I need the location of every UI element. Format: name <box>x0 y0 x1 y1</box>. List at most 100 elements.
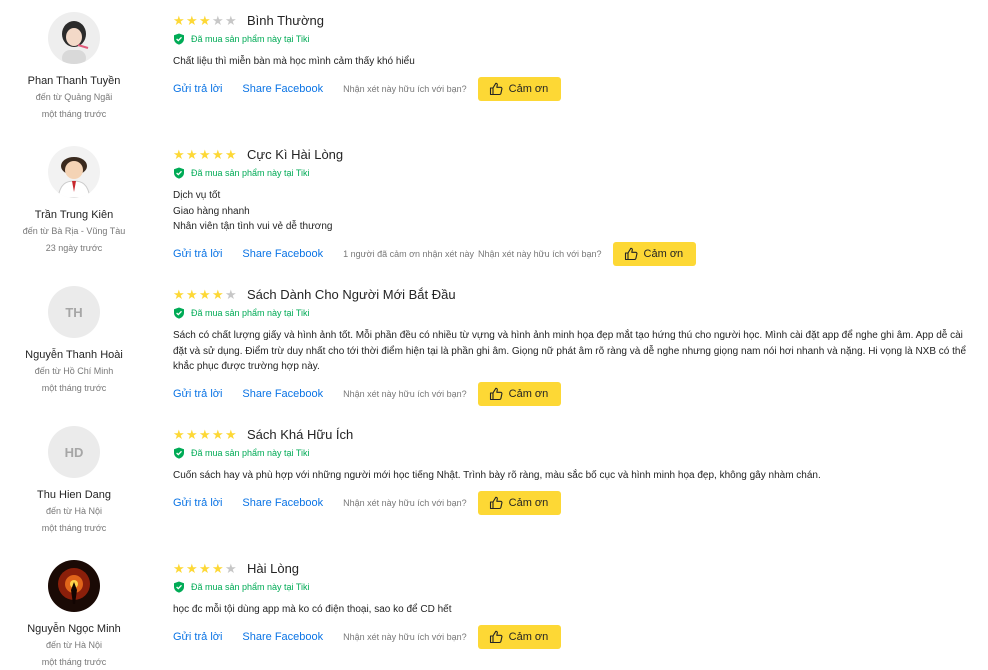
review-title: Sách Dành Cho Người Mới Bắt Đầu <box>247 286 456 302</box>
thumbs-up-icon <box>489 496 503 509</box>
review-time: một tháng trước <box>41 383 107 393</box>
share-facebook-link[interactable]: Share Facebook <box>242 497 323 509</box>
reviewer-info: Trần Trung Kiên đến từ Bà Rịa - Vũng Tàu… <box>0 146 148 254</box>
verified-label: Đã mua sản phẩm này tại Tiki <box>191 168 310 178</box>
star-filled-icon: ★ <box>186 426 198 442</box>
reviewer-location: đến từ Hồ Chí Minh <box>34 366 114 376</box>
review-title: Cực Kì Hài Lòng <box>247 146 344 162</box>
star-filled-icon: ★ <box>199 146 211 162</box>
rating-stars: ★ ★ ★ ★ ★ <box>173 288 238 301</box>
review-content: ★ ★ ★ ★ ★ Cực Kì Hài Lòng Đã mua sản phẩm nà… <box>173 146 974 266</box>
thumbs-up-icon <box>489 630 503 643</box>
shield-check-icon <box>174 33 184 45</box>
reviewer-location: đến từ Quảng Ngãi <box>35 92 113 102</box>
review-title: Sách Khá Hữu Ích <box>247 426 354 442</box>
thanks-label: Cảm ơn <box>508 630 549 643</box>
star-empty-icon: ★ <box>225 286 237 302</box>
review-actions: Gửi trả lời Share Facebook Nhận xét này … <box>173 624 974 649</box>
reviewer-location: đến từ Hà Nội <box>45 506 103 516</box>
avatar <box>48 146 100 198</box>
share-facebook-link[interactable]: Share Facebook <box>242 631 323 643</box>
review-body: học đc mỗi tội dùng app mà ko có điện th… <box>173 604 452 615</box>
verified-label: Đã mua sản phẩm này tại Tiki <box>191 582 310 592</box>
shield-check-icon <box>174 581 184 593</box>
reviewer-location: đến từ Bà Rịa - Vũng Tàu <box>22 226 126 236</box>
star-filled-icon: ★ <box>186 286 198 302</box>
star-filled-icon: ★ <box>199 560 211 576</box>
rating-stars: ★ ★ ★ ★ ★ <box>173 562 238 575</box>
verified-purchase-badge: Đã mua sản phẩm này tại Tiki <box>173 581 974 593</box>
thumbs-up-icon <box>624 247 638 260</box>
star-filled-icon: ★ <box>173 12 185 28</box>
reviewer-info: Phan Thanh Tuyền đến từ Quảng Ngãi một t… <box>0 12 148 120</box>
review-title: Bình Thường <box>247 12 324 28</box>
avatar: TH <box>48 286 100 338</box>
thanks-label: Cảm ơn <box>643 247 684 260</box>
thanks-button[interactable]: Cảm ơn <box>477 490 562 515</box>
reply-link[interactable]: Gửi trả lời <box>173 83 222 95</box>
star-filled-icon: ★ <box>199 12 211 28</box>
shield-check-icon <box>174 307 184 319</box>
verified-label: Đã mua sản phẩm này tại Tiki <box>191 308 310 318</box>
review-time: một tháng trước <box>41 523 107 533</box>
star-filled-icon: ★ <box>173 286 185 302</box>
star-filled-icon: ★ <box>199 426 211 442</box>
verified-label: Đã mua sản phẩm này tại Tiki <box>191 448 310 458</box>
reply-link[interactable]: Gửi trả lời <box>173 248 222 260</box>
avatar: HD <box>48 426 100 478</box>
reviewer-info: HD Thu Hien Dang đến từ Hà Nội một tháng… <box>0 426 148 534</box>
thanks-label: Cảm ơn <box>508 82 549 95</box>
avatar <box>48 12 100 64</box>
star-filled-icon: ★ <box>186 146 198 162</box>
review-body: Dịch vụ tốt Giao hàng nhanh Nhân viên tậ… <box>173 190 333 232</box>
star-filled-icon: ★ <box>199 286 211 302</box>
star-empty-icon: ★ <box>225 560 237 576</box>
verified-purchase-badge: Đã mua sản phẩm này tại Tiki <box>173 33 974 45</box>
share-facebook-link[interactable]: Share Facebook <box>242 248 323 260</box>
reply-link[interactable]: Gửi trả lời <box>173 497 222 509</box>
star-filled-icon: ★ <box>212 146 224 162</box>
rating-stars: ★ ★ ★ ★ ★ <box>173 148 238 161</box>
reviewer-name: Phan Thanh Tuyền <box>27 75 121 87</box>
share-facebook-link[interactable]: Share Facebook <box>242 388 323 400</box>
reply-link[interactable]: Gửi trả lời <box>173 631 222 643</box>
reviewer-name: Nguyễn Ngọc Minh <box>27 623 121 635</box>
verified-purchase-badge: Đã mua sản phẩm này tại Tiki <box>173 307 974 319</box>
star-filled-icon: ★ <box>173 146 185 162</box>
helpful-question: Nhận xét này hữu ích với bạn? <box>343 497 467 508</box>
thanks-button[interactable]: Cảm ơn <box>477 381 562 406</box>
star-empty-icon: ★ <box>212 12 224 28</box>
reviewer-info: Nguyễn Ngọc Minh đến từ Hà Nội một tháng… <box>0 560 148 668</box>
shield-check-icon <box>174 447 184 459</box>
thanks-count: 1 người đã cảm ơn nhận xét này <box>343 248 475 259</box>
rating-stars: ★ ★ ★ ★ ★ <box>173 14 238 27</box>
review-time: một tháng trước <box>41 657 107 667</box>
thanks-button[interactable]: Cảm ơn <box>477 76 562 101</box>
review-body: Sách có chất lượng giấy và hình ảnh tốt.… <box>173 330 967 372</box>
star-filled-icon: ★ <box>225 146 237 162</box>
reviewer-name: Trần Trung Kiên <box>34 209 114 221</box>
reviewer-location: đến từ Hà Nội <box>45 640 103 650</box>
thumbs-up-icon <box>489 82 503 95</box>
review-time: 23 ngày trước <box>45 243 103 253</box>
share-facebook-link[interactable]: Share Facebook <box>242 83 323 95</box>
helpful-question: Nhận xét này hữu ích với bạn? <box>343 388 467 399</box>
review-actions: Gửi trả lời Share Facebook Nhận xét này … <box>173 490 974 515</box>
review-actions: Gửi trả lời Share Facebook Nhận xét này … <box>173 76 974 101</box>
review-content: ★ ★ ★ ★ ★ Sách Dành Cho Người Mới Bắt Đầu Đã… <box>173 286 974 406</box>
verified-label: Đã mua sản phẩm này tại Tiki <box>191 34 310 44</box>
review-title: Hài Lòng <box>247 560 300 576</box>
review-content: ★ ★ ★ ★ ★ Hài Lòng Đã mua sản phẩm này tại T… <box>173 560 974 649</box>
review-time: một tháng trước <box>41 109 107 119</box>
review-actions: Gửi trả lời Share Facebook Nhận xét này … <box>173 381 974 406</box>
helpful-question: Nhận xét này hữu ích với bạn? <box>343 83 467 94</box>
thumbs-up-icon <box>489 387 503 400</box>
reviewer-name: Nguyễn Thanh Hoài <box>25 349 123 361</box>
reply-link[interactable]: Gửi trả lời <box>173 388 222 400</box>
thanks-button[interactable]: Cảm ơn <box>612 241 697 266</box>
star-filled-icon: ★ <box>173 426 185 442</box>
thanks-button[interactable]: Cảm ơn <box>477 624 562 649</box>
star-filled-icon: ★ <box>212 286 224 302</box>
reviewer-name: Thu Hien Dang <box>37 489 111 501</box>
star-filled-icon: ★ <box>186 12 198 28</box>
